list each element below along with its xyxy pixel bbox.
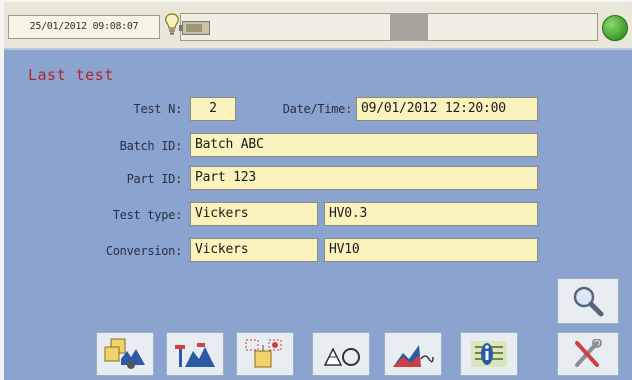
test-type-scale-field[interactable]: HV0.3 bbox=[324, 202, 538, 226]
battery-icon bbox=[179, 21, 210, 35]
datetime-label: Date/Time: bbox=[282, 102, 353, 116]
status-led-icon bbox=[602, 15, 628, 41]
test-type-method-field[interactable]: Vickers bbox=[190, 202, 318, 226]
test-number-label: Test N: bbox=[133, 102, 183, 116]
batch-id-field[interactable]: Batch ABC bbox=[190, 133, 538, 157]
lightbulb-icon bbox=[165, 13, 179, 35]
info-icon bbox=[471, 341, 507, 367]
settings-button[interactable] bbox=[557, 332, 619, 376]
conversion-method-field[interactable]: Vickers bbox=[190, 238, 318, 262]
conversion-label: Conversion: bbox=[105, 244, 182, 258]
chart-icon bbox=[393, 345, 434, 367]
indentation-button[interactable] bbox=[312, 332, 370, 376]
test-position-button[interactable] bbox=[236, 332, 294, 376]
batch-icon bbox=[104, 338, 145, 369]
current-datetime: 25/01/2012 09:08:07 bbox=[8, 15, 160, 39]
chart-button[interactable] bbox=[384, 332, 442, 376]
status-indicator-block bbox=[390, 13, 428, 41]
search-button[interactable] bbox=[557, 278, 619, 324]
indentation-icon bbox=[323, 347, 360, 366]
part-id-field[interactable]: Part 123 bbox=[190, 166, 538, 190]
device-screen: 25/01/2012 09:08:07 Last test Test N: 2 … bbox=[4, 2, 632, 380]
conversion-scale-field[interactable]: HV10 bbox=[324, 238, 538, 262]
test-type-label: Test type: bbox=[112, 208, 183, 222]
tools-icon bbox=[575, 339, 602, 367]
magnifier-icon bbox=[573, 286, 604, 317]
parts-icon bbox=[175, 343, 215, 367]
test-position-icon bbox=[245, 339, 282, 368]
status-bar: 25/01/2012 09:08:07 bbox=[4, 2, 632, 50]
part-id-label: Part ID: bbox=[126, 172, 183, 186]
batch-button[interactable] bbox=[96, 332, 154, 376]
section-title: Last test bbox=[28, 66, 114, 84]
test-number-field[interactable]: 2 bbox=[190, 97, 236, 121]
batch-id-label: Batch ID: bbox=[119, 139, 183, 153]
status-strip bbox=[180, 13, 598, 41]
parts-button[interactable] bbox=[166, 332, 224, 376]
info-button[interactable] bbox=[460, 332, 518, 376]
test-datetime-field[interactable]: 09/01/2012 12:20:00 bbox=[356, 97, 538, 121]
